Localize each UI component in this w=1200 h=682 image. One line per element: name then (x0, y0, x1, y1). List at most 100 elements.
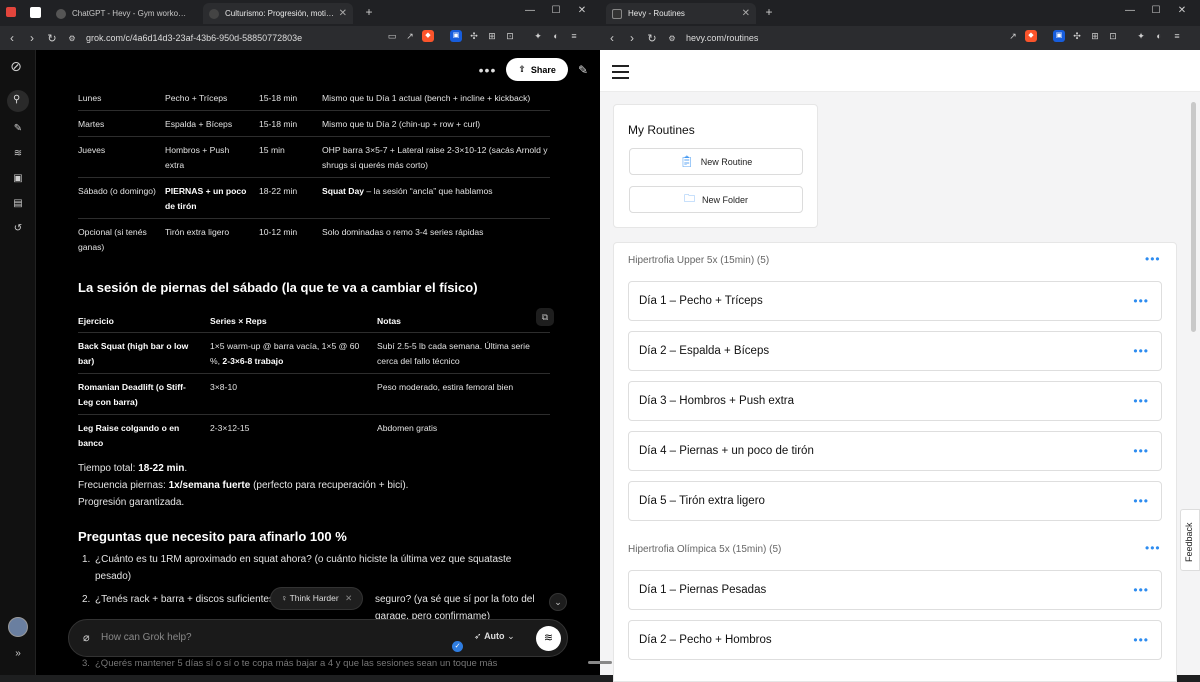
dismiss-icon[interactable]: ✕ (345, 593, 352, 603)
new-routine-button[interactable]: 📋︎ New Routine (629, 148, 803, 175)
maximize-button[interactable]: ☐ (1149, 5, 1163, 16)
my-routines-title: My Routines (628, 123, 695, 137)
close-tab-icon[interactable]: ✕ (742, 8, 750, 19)
list-item: 3. ¿Querés mantener 5 días sí o sí o te … (82, 658, 498, 669)
close-tab-icon[interactable]: ✕ (339, 8, 347, 19)
bitwarden-icon[interactable]: ▣ (450, 30, 462, 42)
close-window-button[interactable]: ✕ (1175, 5, 1189, 16)
reload-icon[interactable]: ↻ (644, 32, 660, 45)
vpn-icon[interactable]: ◐ (1153, 30, 1165, 42)
grok-logo-icon[interactable]: ⊘ (10, 59, 22, 73)
vpn-icon[interactable]: ◐ (550, 30, 562, 42)
search-button[interactable]: ⚲ (7, 90, 29, 112)
my-routines-card: My Routines 📋︎ New Routine 🗀︎ New Folder (613, 104, 818, 228)
model-select[interactable]: ➶ Auto ⌄ (474, 631, 515, 642)
window-resize-handle[interactable] (588, 661, 612, 664)
routine-options-icon[interactable]: ••• (1133, 344, 1149, 358)
forward-icon[interactable]: › (624, 31, 640, 45)
new-tab-button[interactable]: + (362, 5, 376, 19)
routine-options-icon[interactable]: ••• (1133, 394, 1149, 408)
more-options-icon[interactable]: ••• (479, 62, 497, 78)
routine-options-icon[interactable]: ••• (1133, 444, 1149, 458)
folder-title[interactable]: Hipertrofia Olímpica 5x (15min) (5) (628, 544, 781, 555)
back-icon[interactable]: ‹ (604, 31, 620, 45)
bitwarden-icon[interactable]: ▣ (1053, 30, 1065, 42)
list-item[interactable]: Día 4 – Piernas + un poco de tirón ••• (628, 431, 1162, 471)
folder-options-icon[interactable]: ••• (1145, 252, 1161, 266)
hevy-header (600, 50, 1200, 92)
minimize-button[interactable]: — (523, 5, 537, 16)
avatar[interactable] (8, 617, 28, 637)
share-page-icon[interactable]: ↗ (1007, 30, 1019, 42)
tab-culturismo[interactable]: Culturismo: Progresión, motivaci ✕ (203, 3, 353, 24)
new-folder-button[interactable]: 🗀︎ New Folder (629, 186, 803, 213)
extension-icon[interactable]: ✣ (1071, 30, 1083, 42)
grid-extension-icon[interactable]: ⊞ (1089, 30, 1101, 42)
expand-sidebar-icon[interactable]: » (12, 648, 24, 660)
feedback-button[interactable]: Feedback (1180, 509, 1200, 571)
grid-extension-icon[interactable]: ⊞ (486, 30, 498, 42)
leo-ai-icon[interactable]: ✦ (532, 30, 544, 42)
reload-icon[interactable]: ↻ (44, 32, 60, 45)
hamburger-menu-icon[interactable] (612, 65, 629, 79)
list-item[interactable]: Día 1 – Piernas Pesadas ••• (628, 570, 1162, 610)
routine-options-icon[interactable]: ••• (1133, 294, 1149, 308)
share-icon: ⇪ (518, 64, 526, 74)
list-item[interactable]: Día 1 – Pecho + Tríceps ••• (628, 281, 1162, 321)
url-field[interactable]: grok.com/c/4a6d14d3-23af-43b6-950d-58850… (86, 33, 302, 43)
maximize-button[interactable]: ☐ (549, 5, 563, 16)
tab-hevy-routines[interactable]: Hevy - Routines ✕ (606, 3, 756, 24)
projects-icon[interactable]: ▤ (12, 198, 24, 210)
leo-ai-icon[interactable]: ✦ (1135, 30, 1147, 42)
back-icon[interactable]: ‹ (4, 31, 20, 45)
list-item[interactable]: Día 2 – Pecho + Hombros ••• (628, 620, 1162, 660)
attach-icon[interactable]: ⌀ (83, 631, 90, 644)
site-info-icon[interactable]: ⚙ (664, 34, 680, 43)
folder-title[interactable]: Hipertrofia Upper 5x (15min) (5) (628, 255, 769, 266)
browser-menu-icon[interactable] (6, 7, 16, 17)
table-row: Lunes Pecho + Tríceps 15-18 min Mismo qu… (78, 93, 531, 103)
routine-options-icon[interactable]: ••• (1133, 583, 1149, 597)
brave-shield-icon[interactable]: ◆ (422, 30, 434, 42)
new-chat-icon[interactable]: ✎ (12, 123, 24, 135)
folder-options-icon[interactable]: ••• (1145, 541, 1161, 555)
list-item[interactable]: Día 3 – Hombros + Push extra ••• (628, 381, 1162, 421)
minimize-button[interactable]: — (1123, 5, 1137, 16)
table-row: Sábado (o domingo) PIERNAS + un poco de … (78, 177, 550, 218)
screenshot-icon[interactable]: ⊡ (504, 30, 516, 42)
routine-options-icon[interactable]: ••• (1133, 494, 1149, 508)
url-field[interactable]: hevy.com/routines (686, 33, 758, 43)
think-harder-chip[interactable]: ♀ Think Harder ✕ (270, 587, 364, 610)
voice-icon[interactable]: ≋ (12, 148, 24, 160)
brave-shield-icon[interactable]: ◆ (1025, 30, 1037, 42)
voice-mode-button[interactable]: ≋ (536, 626, 561, 651)
hevy-pinned-tab-icon[interactable] (30, 7, 41, 18)
imagine-icon[interactable]: ▣ (12, 173, 24, 185)
scroll-down-button[interactable]: ⌄ (549, 593, 567, 611)
routine-options-icon[interactable]: ••• (1133, 633, 1149, 647)
share-page-icon[interactable]: ↗ (404, 30, 416, 42)
screenshot-icon[interactable]: ⊡ (1107, 30, 1119, 42)
list-item[interactable]: Día 5 – Tirón extra ligero ••• (628, 481, 1162, 521)
list-item[interactable]: Día 2 – Espalda + Bíceps ••• (628, 331, 1162, 371)
browser-menu-icon[interactable]: ≡ (1171, 30, 1183, 42)
scrollbar[interactable] (1191, 102, 1196, 332)
grok-browser-window: ChatGPT - Hevy - Gym workout plan Cultur… (0, 0, 600, 675)
right-toolbar-icons: ↗ ◆ ▣ ✣ ⊞ ⊡ ✦ ◐ ≡ (1007, 30, 1183, 42)
table-header-row: Ejercicio Series × Reps Notas (78, 316, 401, 326)
edit-icon[interactable]: ✎ (578, 63, 588, 77)
share-button[interactable]: ⇪ Share (506, 58, 568, 81)
forward-icon[interactable]: › (24, 31, 40, 45)
cast-icon[interactable]: ▭ (386, 30, 398, 42)
history-icon[interactable]: ↺ (12, 223, 24, 235)
new-tab-button[interactable]: + (762, 5, 776, 19)
extension-icon[interactable]: ✣ (468, 30, 480, 42)
close-window-button[interactable]: ✕ (575, 5, 589, 16)
site-info-icon[interactable]: ⚙ (64, 34, 80, 43)
chat-input-box[interactable]: ⌀ How can Grok help? ✓ ➶ Auto ⌄ ≋ (68, 619, 568, 657)
chat-header-actions: ••• ⇪ Share ✎ (479, 58, 588, 81)
chat-input[interactable]: How can Grok help? (101, 632, 192, 643)
table-row: Martes Espalda + Bíceps 15-18 min Mismo … (78, 110, 550, 136)
browser-menu-icon[interactable]: ≡ (568, 30, 580, 42)
tab-chatgpt[interactable]: ChatGPT - Hevy - Gym workout plan (50, 3, 195, 24)
